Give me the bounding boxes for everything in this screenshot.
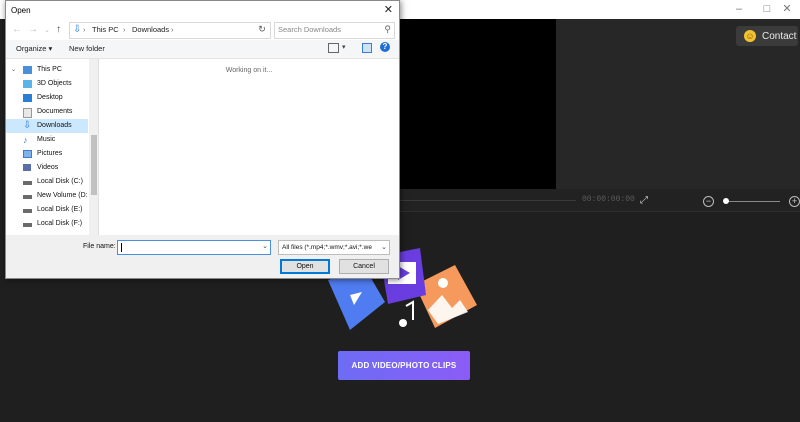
pictures-icon [23, 150, 32, 158]
desktop-icon [23, 94, 32, 102]
forward-arrow-icon[interactable]: → [28, 24, 38, 35]
sidebar-item-label: Music [37, 136, 56, 143]
sidebar-item-local-disk-e[interactable]: Local Disk (E:) [6, 203, 88, 217]
music-note-icon [399, 300, 414, 327]
sidebar-item-this-pc[interactable]: ⌄ This PC [6, 63, 88, 77]
zoom-in-icon[interactable]: + [789, 196, 800, 207]
sidebar-item-music[interactable]: ♪ Music [6, 133, 88, 147]
view-options-dropdown-icon[interactable]: ▾ [342, 43, 346, 51]
sidebar-item-label: Local Disk (C:) [37, 178, 83, 185]
breadcrumb-separator: › [83, 25, 86, 34]
minimize-icon[interactable]: – [724, 0, 754, 19]
close-icon[interactable]: ✕ [384, 1, 393, 20]
sidebar-item-desktop[interactable]: Desktop [6, 91, 88, 105]
sidebar-item-label: This PC [37, 66, 62, 73]
sidebar-item-label: Videos [37, 164, 59, 171]
sidebar-item-pictures[interactable]: Pictures [6, 147, 88, 161]
file-type-select[interactable]: All files (*.mp4;*.wmv;*.avi;*.we ⌄ [278, 240, 390, 255]
3d-objects-icon [23, 80, 32, 88]
file-list[interactable]: Working on it... [99, 59, 399, 235]
documents-icon [23, 108, 32, 118]
sidebar-item-new-volume-d[interactable]: New Volume (D: [6, 189, 88, 203]
new-folder-button[interactable]: New folder [69, 44, 105, 53]
dialog-footer: File name: ⌄ All files (*.mp4;*.wmv;*.av… [6, 235, 399, 278]
dialog-titlebar: Open ✕ [6, 1, 399, 20]
file-type-value: All files (*.mp4;*.wmv;*.avi;*.we [282, 244, 372, 251]
open-file-dialog: Open ✕ ← → ⌄ ↑ ⇩ › This PC › Downloads ›… [5, 0, 400, 279]
breadcrumb-separator: › [123, 25, 126, 34]
sidebar-item-label: Local Disk (E:) [37, 206, 83, 213]
chevron-down-icon: ⌄ [379, 241, 387, 254]
zoom-out-icon[interactable]: − [703, 196, 714, 207]
search-icon: ⚲ [384, 24, 391, 34]
pc-icon [23, 66, 32, 74]
sidebar-item-documents[interactable]: Documents [6, 105, 88, 119]
sidebar-item-label: Downloads [37, 122, 72, 129]
chevron-down-icon[interactable]: ⌄ [262, 242, 268, 250]
file-name-label: File name: [83, 243, 116, 250]
contact-button[interactable]: ☺ Contact [736, 26, 798, 46]
refresh-icon[interactable]: ↻ [256, 22, 268, 37]
sidebar-item-label: New Volume (D: [37, 192, 88, 199]
video-preview [398, 19, 556, 189]
timeline-divider [398, 211, 800, 212]
navigation-bar: ← → ⌄ ↑ ⇩ › This PC › Downloads › ↻ Sear… [6, 20, 399, 40]
sidebar-item-label: Documents [37, 108, 73, 115]
music-icon: ♪ [23, 135, 28, 145]
sidebar-item-local-disk-f[interactable]: Local Disk (F:) [6, 217, 88, 231]
downloads-icon: ⇩ [23, 120, 32, 131]
dialog-toolbar: Organize ▾ New folder ▾ ? [6, 40, 399, 59]
navigation-pane: ⌄ This PC 3D Objects Desktop Documents ⇩… [6, 59, 99, 235]
videos-icon [23, 164, 31, 171]
sidebar-item-local-disk-c[interactable]: Local Disk (C:) [6, 175, 88, 189]
breadcrumb-this-pc[interactable]: This PC [92, 25, 119, 34]
fullscreen-icon[interactable]: ⤢ [640, 196, 650, 206]
search-input[interactable]: Search Downloads ⚲ [274, 22, 395, 39]
smiley-icon: ☺ [744, 30, 756, 42]
downloads-icon: ⇩ [73, 24, 82, 35]
text-caret [121, 243, 122, 252]
open-button[interactable]: Open [280, 259, 330, 274]
sidebar-item-label: Local Disk (F:) [37, 220, 83, 227]
sidebar-item-label: Pictures [37, 150, 63, 157]
drive-icon [23, 195, 32, 199]
sidebar-scroll-thumb[interactable] [91, 135, 97, 195]
breadcrumb-separator: › [171, 25, 174, 34]
sidebar-item-label: Desktop [37, 94, 63, 101]
loading-status: Working on it... [225, 67, 273, 74]
search-placeholder: Search Downloads [278, 25, 341, 34]
sidebar-item-videos[interactable]: Videos [6, 161, 88, 175]
breadcrumb-downloads[interactable]: Downloads [132, 25, 169, 34]
photo-card-icon [415, 265, 477, 328]
dialog-title: Open [11, 6, 31, 15]
preview-pane-icon[interactable] [362, 43, 372, 53]
zoom-slider[interactable] [724, 201, 780, 202]
cancel-button[interactable]: Cancel [339, 259, 389, 274]
back-arrow-icon[interactable]: ← [12, 24, 22, 35]
zoom-slider-handle[interactable] [723, 198, 729, 204]
organize-button[interactable]: Organize ▾ [16, 44, 52, 53]
sidebar-item-label: 3D Objects [37, 80, 72, 87]
expand-chevron-icon[interactable]: ⌄ [11, 63, 16, 77]
drive-icon [23, 209, 32, 213]
up-arrow-icon[interactable]: ↑ [56, 24, 61, 35]
drive-icon [23, 223, 32, 227]
close-app-icon[interactable]: ✕ [772, 0, 800, 19]
playback-progress[interactable] [398, 200, 576, 201]
timecode-display: 00:00:00:00 [582, 195, 635, 204]
organize-label: Organize [16, 44, 47, 53]
address-bar[interactable]: ⇩ › This PC › Downloads › [69, 22, 271, 39]
drive-icon [23, 181, 32, 185]
contact-label: Contact [762, 30, 797, 42]
file-name-input[interactable]: ⌄ [117, 240, 271, 255]
sidebar-item-3d-objects[interactable]: 3D Objects [6, 77, 88, 91]
change-view-icon[interactable] [328, 43, 339, 53]
recent-dropdown-icon[interactable]: ⌄ [44, 26, 50, 34]
sidebar-item-downloads[interactable]: ⇩ Downloads [6, 119, 88, 133]
add-clips-button[interactable]: ADD VIDEO/PHOTO CLIPS [338, 351, 470, 380]
help-icon[interactable]: ? [380, 42, 390, 52]
